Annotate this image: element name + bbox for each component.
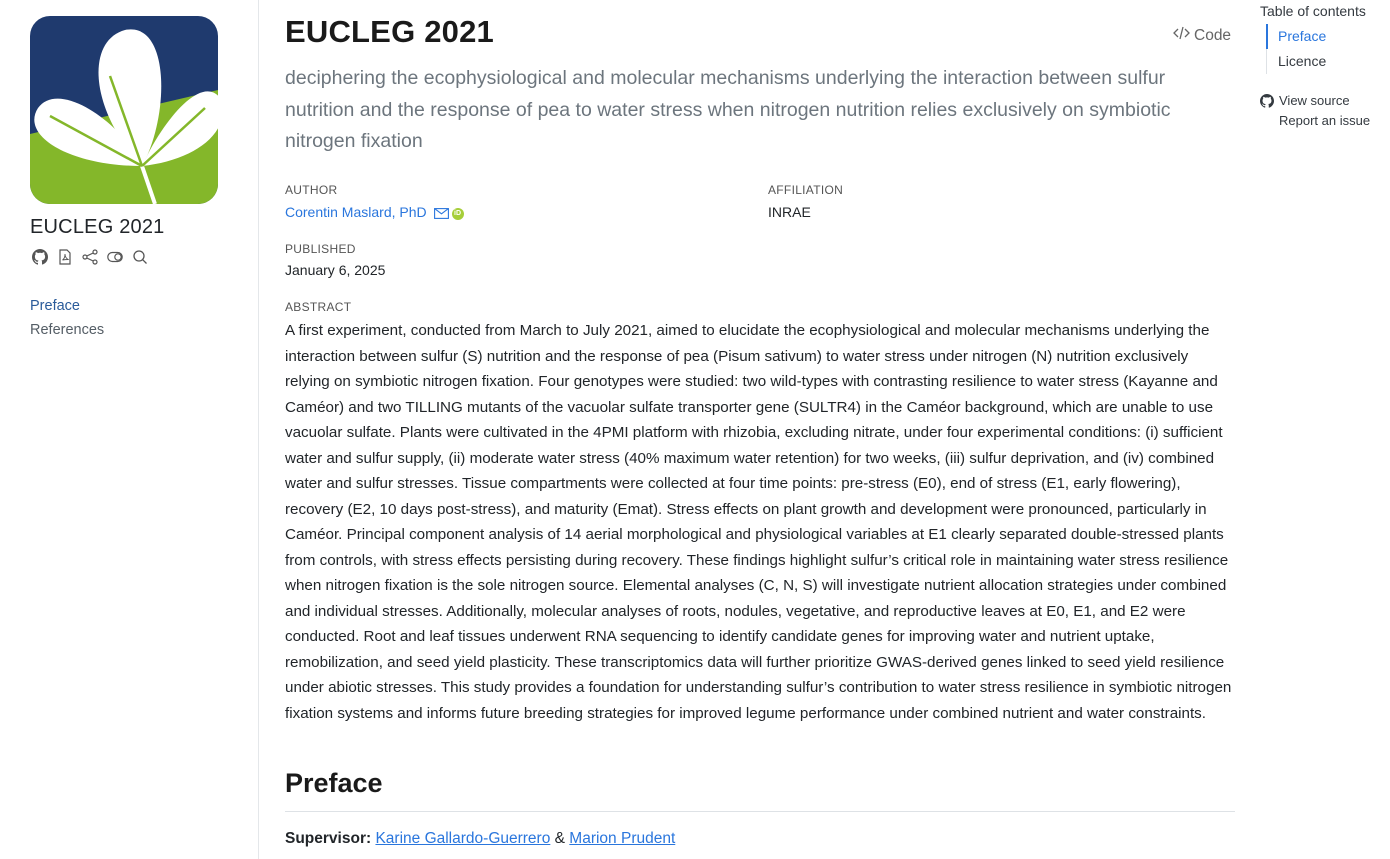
author: Corentin Maslard, PhD iD xyxy=(285,204,464,222)
affiliation-label: AFFILIATION xyxy=(768,183,844,197)
supervisor-link-1[interactable]: Karine Gallardo-Guerrero xyxy=(375,830,550,847)
email-icon[interactable] xyxy=(433,206,449,222)
preface-heading: Preface xyxy=(285,768,383,798)
supervisor-separator: & xyxy=(550,830,570,847)
github-icon[interactable] xyxy=(32,249,48,265)
author-label: AUTHOR xyxy=(285,183,338,197)
code-label: Code xyxy=(1194,26,1232,44)
view-source-label: View source xyxy=(1279,93,1350,108)
sidebar-item-preface[interactable]: Preface xyxy=(30,296,104,320)
toc-item-preface[interactable]: Preface xyxy=(1265,24,1378,49)
toc-list: Preface Licence xyxy=(1265,24,1378,74)
toc-title: Table of contents xyxy=(1260,3,1366,19)
supervisor-link-2[interactable]: Marion Prudent xyxy=(569,830,675,847)
toggle-icon[interactable] xyxy=(107,249,123,265)
toc-links: View source Report an issue xyxy=(1260,91,1370,131)
sidebar: EUCLEG 2021 Preface References xyxy=(0,0,259,859)
view-source-link[interactable]: View source xyxy=(1260,91,1370,111)
page-title: EUCLEG 2021 xyxy=(285,14,494,49)
sidebar-title[interactable]: EUCLEG 2021 xyxy=(30,216,165,239)
sidebar-nav: Preface References xyxy=(30,296,104,344)
supervisor-label: Supervisor: xyxy=(285,830,372,847)
heading-divider xyxy=(285,811,1235,812)
share-icon[interactable] xyxy=(82,249,98,265)
page-subtitle: deciphering the ecophysiological and mol… xyxy=(285,67,1171,152)
sidebar-item-references[interactable]: References xyxy=(30,320,104,344)
published-date: January 6, 2025 xyxy=(285,262,386,278)
sidebar-tools xyxy=(32,249,148,265)
abstract-text: A first experiment, conducted from March… xyxy=(285,322,1232,722)
github-icon xyxy=(1260,94,1274,108)
supervisor-line: Supervisor: Karine Gallardo-Guerrero & M… xyxy=(285,830,675,848)
pdf-icon[interactable] xyxy=(57,249,73,265)
toc-item-licence[interactable]: Licence xyxy=(1267,49,1377,74)
search-icon[interactable] xyxy=(132,249,148,265)
code-icon xyxy=(1173,26,1190,45)
published-label: PUBLISHED xyxy=(285,242,356,256)
code-button[interactable]: Code xyxy=(1173,26,1231,45)
abstract-label: ABSTRACT xyxy=(285,300,352,314)
project-logo[interactable] xyxy=(30,16,218,204)
author-link[interactable]: Corentin Maslard, PhD xyxy=(285,204,427,220)
affiliation: INRAE xyxy=(768,204,811,220)
report-issue-link[interactable]: Report an issue xyxy=(1260,111,1370,131)
orcid-icon[interactable]: iD xyxy=(451,208,464,220)
